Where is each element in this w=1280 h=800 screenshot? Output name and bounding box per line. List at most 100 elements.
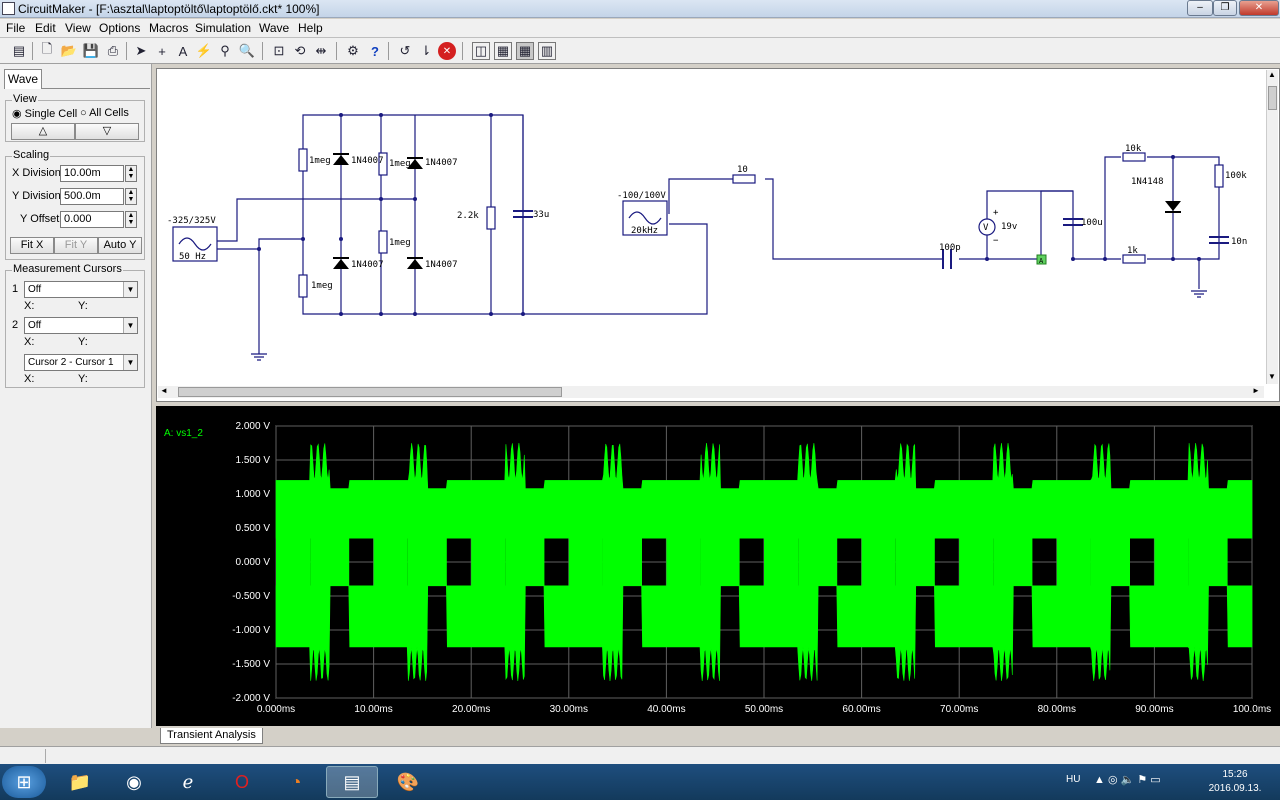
r2-label: 1meg: [389, 159, 411, 169]
y-offset-input[interactable]: 0.000: [60, 211, 124, 228]
trace-mid-band: [407, 538, 447, 586]
menu-options[interactable]: Options: [99, 21, 140, 35]
y-tick-label: -2.000 V: [232, 693, 270, 704]
text-tool-icon[interactable]: A: [174, 42, 192, 60]
app-icon: [2, 2, 15, 15]
trace-mid-band: [1188, 538, 1228, 586]
circuitmaker-taskbar-icon[interactable]: ▤: [326, 766, 378, 798]
menu-wave[interactable]: Wave: [259, 21, 289, 35]
paint-icon[interactable]: 🎨: [382, 766, 434, 798]
start-button[interactable]: ⊞: [2, 766, 46, 798]
x-division-spinner[interactable]: ▲ ▼: [125, 165, 137, 182]
c33-label: 33u: [533, 210, 549, 220]
ie-icon[interactable]: ℯ: [162, 766, 214, 798]
print-icon[interactable]: ⎙: [104, 42, 122, 60]
radio-single-cell[interactable]: ◉ Single Cell: [12, 107, 77, 120]
help-icon[interactable]: ?: [366, 42, 384, 60]
reset-icon[interactable]: ↺: [396, 42, 414, 60]
wire-tool-icon[interactable]: +: [153, 42, 171, 60]
y-tick-label: 1.500 V: [236, 455, 271, 466]
y-division-spinner[interactable]: ▲ ▼: [125, 188, 137, 205]
r3-label: 1meg: [389, 238, 411, 248]
view-down-button[interactable]: ▽: [75, 123, 139, 140]
trace-mid-band: [505, 538, 545, 586]
cursor1-select[interactable]: Off ▼: [24, 281, 138, 298]
step-icon[interactable]: ⇂: [417, 42, 435, 60]
y-tick-label: 1.000 V: [236, 489, 271, 500]
view-group: View ◉ Single Cell ○ All Cells △ ▽: [5, 93, 145, 142]
schematic-vertical-scrollbar[interactable]: ▲ ▼: [1266, 70, 1278, 384]
d5-label: 1N4148: [1131, 177, 1164, 187]
rotate-icon[interactable]: ⟲: [291, 42, 309, 60]
digital-sim-icon[interactable]: ⚙: [344, 42, 362, 60]
probe-icon[interactable]: ⚲: [216, 42, 234, 60]
wave-panel: Wave View ◉ Single Cell ○ All Cells △ ▽ …: [0, 64, 152, 728]
menu-simulation[interactable]: Simulation: [195, 21, 251, 35]
tab-transient-analysis[interactable]: Transient Analysis: [160, 728, 263, 744]
x-division-input[interactable]: 10.00m: [60, 165, 124, 182]
fit-y-button[interactable]: Fit Y: [54, 237, 98, 254]
mirror-icon[interactable]: ⇹: [312, 42, 330, 60]
window-layout1-icon[interactable]: ◫: [472, 42, 490, 60]
explorer-icon[interactable]: 📁: [54, 766, 106, 798]
menu-view[interactable]: View: [65, 21, 91, 35]
schematic-horizontal-scrollbar[interactable]: ◄ ►: [158, 386, 1264, 398]
minimize-button[interactable]: –: [1187, 0, 1213, 16]
lightning-icon[interactable]: ⚡: [195, 42, 213, 60]
menu-help[interactable]: Help: [298, 21, 323, 35]
auto-y-button[interactable]: Auto Y: [98, 237, 142, 254]
menu-file[interactable]: File: [6, 21, 25, 35]
trace-mid-band: [1154, 538, 1189, 586]
arrow-tool-icon[interactable]: ➤: [132, 42, 150, 60]
zoom-icon[interactable]: 🔍: [238, 42, 256, 60]
new-icon[interactable]: 🗋: [38, 41, 56, 60]
tab-wave[interactable]: Wave: [4, 69, 42, 89]
clock[interactable]: 15:26 2016.09.13.: [1200, 768, 1270, 796]
x-tick-label: 40.00ms: [647, 704, 685, 715]
y-offset-spinner[interactable]: ▲ ▼: [125, 211, 137, 228]
fit-x-button[interactable]: Fit X: [10, 237, 54, 254]
close-button[interactable]: ✕: [1239, 0, 1279, 16]
trace-mid-band: [959, 538, 994, 586]
scaling-group: Scaling X Division 10.00m ▲ ▼ Y Division …: [5, 149, 145, 260]
menu-edit[interactable]: Edit: [35, 21, 56, 35]
waveform-window[interactable]: A: vs1_2 2.000 V 1.500 V 1.000 V 0.500 V 0.0…: [156, 406, 1280, 726]
opera-icon[interactable]: O: [216, 766, 268, 798]
language-indicator[interactable]: HU: [1066, 774, 1080, 785]
voltmeter-minus: −: [993, 236, 999, 246]
radio-all-cells[interactable]: ○ All Cells: [80, 107, 129, 119]
maximize-button[interactable]: ❐: [1213, 0, 1237, 16]
window-layout3-icon[interactable]: ▦: [516, 42, 534, 60]
view-up-button[interactable]: △: [11, 123, 75, 140]
chrome-icon[interactable]: ◉: [108, 766, 160, 798]
stop-icon[interactable]: ✕: [438, 42, 456, 60]
y-tick-label: 2.000 V: [236, 421, 271, 432]
trace-mid-band: [1056, 538, 1091, 586]
tray-icons[interactable]: ▲ ◎ 🔈 ⚑ ▭: [1094, 773, 1161, 786]
measurement-cursors-group: Measurement Cursors 1 Off ▼ X: Y: 2 Off ▼ …: [5, 263, 145, 388]
save-icon[interactable]: 💾: [82, 42, 100, 60]
open-icon[interactable]: 📂: [60, 42, 78, 60]
y-division-input[interactable]: 500.0m: [60, 188, 124, 205]
cursor-diff-select[interactable]: Cursor 2 - Cursor 1 ▼: [24, 354, 138, 371]
zoom-fit-icon[interactable]: ⊡: [270, 42, 288, 60]
x-tick-label: 70.00ms: [940, 704, 978, 715]
r1k-label: 1k: [1127, 246, 1138, 256]
d4-label: 1N4007: [425, 260, 458, 270]
panel-toggle-icon[interactable]: ▤: [10, 42, 28, 60]
window-layout4-icon[interactable]: ▥: [538, 42, 556, 60]
firefox-icon[interactable]: ◔: [270, 766, 322, 798]
menu-bar: File Edit View Options Macros Simulation…: [0, 19, 1280, 38]
r100k-label: 100k: [1225, 171, 1247, 181]
waveform-chart: A: vs1_2 2.000 V 1.500 V 1.000 V 0.500 V 0.0…: [164, 421, 1271, 715]
y-tick-label: 0.500 V: [236, 523, 271, 534]
y-tick-label: -1.500 V: [232, 659, 270, 670]
window-title: CircuitMaker - [F:\asztal\laptoptöltő\la…: [18, 2, 320, 16]
voltmeter-symbol: V: [983, 223, 989, 233]
cursor2-select[interactable]: Off ▼: [24, 317, 138, 334]
schematic-canvas[interactable]: A V + − -325/325V 50 Hz 1meg 1N4007 1meg…: [156, 68, 1280, 402]
window-layout2-icon[interactable]: ▦: [494, 42, 512, 60]
voltmeter-plus: +: [993, 208, 999, 218]
menu-macros[interactable]: Macros: [149, 21, 188, 35]
r1-label: 1meg: [309, 156, 331, 166]
